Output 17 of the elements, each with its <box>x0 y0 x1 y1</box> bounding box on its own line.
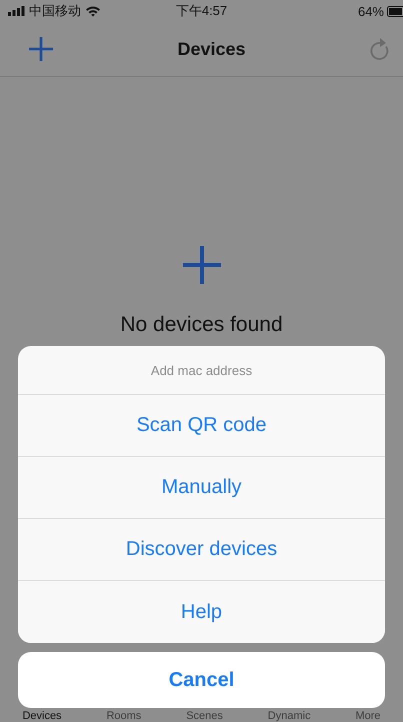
battery-percent: 64% <box>358 4 384 18</box>
tab[interactable]: Rooms <box>106 710 142 722</box>
refresh-icon[interactable] <box>369 37 391 61</box>
carrier-name: 中国移动 <box>29 2 81 20</box>
tab[interactable]: More <box>355 710 381 722</box>
add-icon[interactable] <box>28 36 54 62</box>
tab[interactable]: Dynamic <box>268 710 311 722</box>
clock-time: 下午4:57 <box>176 2 228 20</box>
empty-message: No devices found <box>120 313 283 337</box>
add-icon[interactable] <box>182 245 222 285</box>
battery-icon <box>387 6 403 16</box>
wifi-icon <box>85 5 101 17</box>
signal-icon <box>8 6 25 16</box>
tab[interactable]: Scenes <box>186 710 223 722</box>
tab[interactable]: Devices <box>22 710 62 722</box>
screen-title: Devices <box>177 38 246 60</box>
cancel-button[interactable]: Cancel <box>18 652 385 708</box>
